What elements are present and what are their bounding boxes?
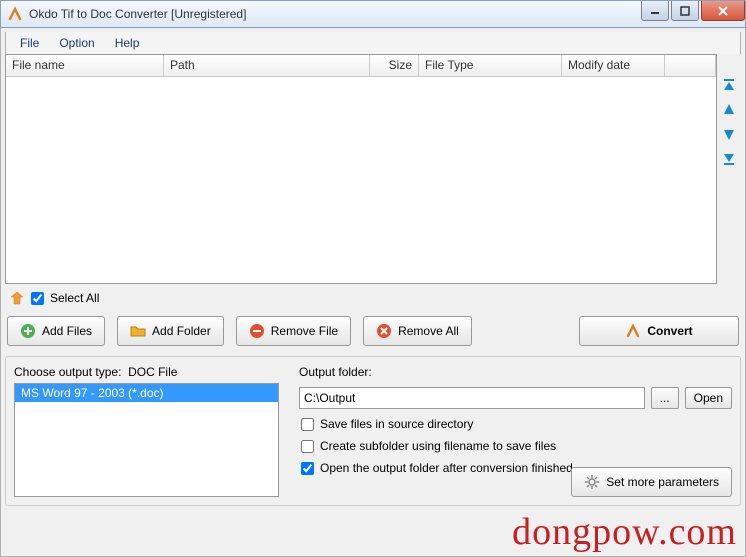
plus-icon	[20, 323, 36, 339]
titlebar: Okdo Tif to Doc Converter [Unregistered]	[0, 0, 746, 28]
open-folder-button[interactable]: Open	[685, 387, 732, 409]
open-after-checkbox[interactable]	[301, 462, 314, 475]
gear-icon	[584, 474, 600, 490]
convert-label: Convert	[647, 324, 692, 338]
folder-icon	[130, 323, 146, 339]
add-folder-button[interactable]: Add Folder	[117, 316, 224, 346]
move-bottom-button[interactable]	[721, 150, 737, 166]
select-all-checkbox[interactable]	[31, 292, 44, 305]
add-files-button[interactable]: Add Files	[7, 316, 105, 346]
move-up-button[interactable]	[721, 102, 737, 118]
remove-file-label: Remove File	[271, 324, 338, 338]
move-top-button[interactable]	[721, 78, 737, 94]
select-all-label: Select All	[50, 291, 99, 305]
file-list[interactable]: File name Path Size File Type Modify dat…	[5, 54, 717, 284]
file-list-header: File name Path Size File Type Modify dat…	[6, 55, 716, 77]
subfolder-checkbox[interactable]	[301, 440, 314, 453]
output-type-list[interactable]: MS Word 97 - 2003 (*.doc)	[14, 383, 279, 497]
app-icon	[7, 6, 23, 22]
menu-option[interactable]: Option	[49, 34, 104, 52]
col-filetype[interactable]: File Type	[419, 55, 562, 76]
add-files-label: Add Files	[42, 324, 92, 338]
window-title: Okdo Tif to Doc Converter [Unregistered]	[29, 7, 739, 21]
col-size[interactable]: Size	[370, 55, 419, 76]
minus-icon	[249, 323, 265, 339]
menubar: File Option Help	[5, 32, 741, 54]
close-button[interactable]	[701, 1, 745, 21]
move-down-button[interactable]	[721, 126, 737, 142]
output-type-label: Choose output type: DOC File	[14, 365, 279, 379]
menu-file[interactable]: File	[10, 34, 49, 52]
col-path[interactable]: Path	[164, 55, 370, 76]
col-modify[interactable]: Modify date	[562, 55, 665, 76]
menu-help[interactable]: Help	[105, 34, 150, 52]
save-source-label: Save files in source directory	[320, 417, 473, 431]
output-folder-label: Output folder:	[299, 365, 732, 379]
output-type-item[interactable]: MS Word 97 - 2003 (*.doc)	[15, 384, 278, 402]
convert-button[interactable]: Convert	[579, 316, 739, 346]
remove-all-label: Remove All	[398, 324, 459, 338]
open-after-label: Open the output folder after conversion …	[320, 461, 573, 475]
minimize-button[interactable]	[641, 1, 669, 21]
watermark: dongpow.com	[512, 510, 737, 554]
remove-file-button[interactable]: Remove File	[236, 316, 351, 346]
more-parameters-label: Set more parameters	[606, 475, 719, 489]
col-spacer	[665, 55, 716, 76]
convert-icon	[625, 323, 641, 339]
maximize-button[interactable]	[671, 1, 699, 21]
output-folder-input[interactable]	[299, 387, 645, 409]
subfolder-label: Create subfolder using filename to save …	[320, 439, 556, 453]
col-filename[interactable]: File name	[6, 55, 164, 76]
add-folder-label: Add Folder	[152, 324, 211, 338]
save-source-checkbox[interactable]	[301, 418, 314, 431]
remove-all-icon	[376, 323, 392, 339]
more-parameters-button[interactable]: Set more parameters	[571, 467, 732, 497]
remove-all-button[interactable]: Remove All	[363, 316, 472, 346]
up-folder-icon[interactable]	[9, 290, 25, 306]
browse-button[interactable]: ...	[651, 387, 679, 409]
